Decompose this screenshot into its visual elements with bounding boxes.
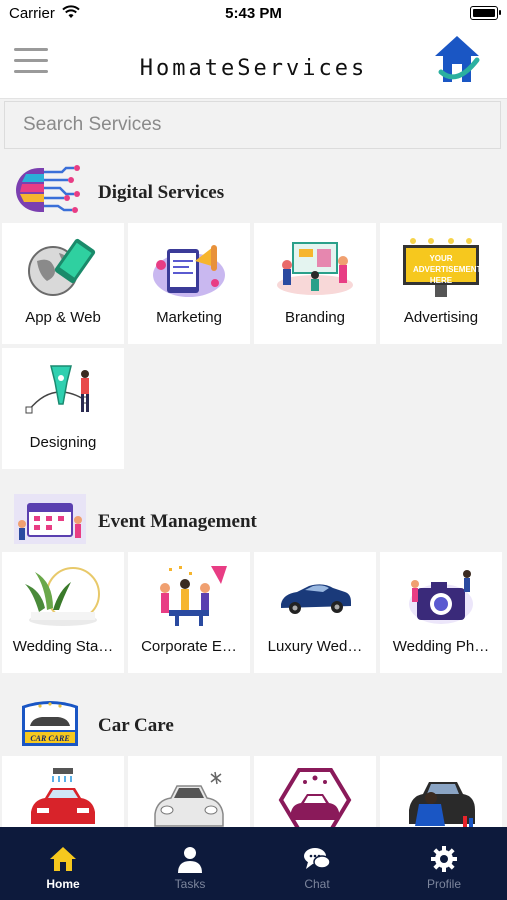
service-label: Luxury Wed… [267,638,363,655]
service-tile-car-polish[interactable] [128,756,250,827]
tab-label: Home [46,877,80,891]
bottom-tab-bar: Home Tasks Chat Profile [0,827,507,900]
service-label: Advertising [403,309,479,326]
event-management-icon [14,494,86,544]
app-header: HomateServices [0,26,507,99]
digital-services-icon [14,164,86,216]
branding-icon [275,235,355,299]
service-tile-corporate-event[interactable]: Corporate E… [128,552,250,673]
luxury-car-icon [275,564,355,628]
gear-icon [429,845,459,873]
service-tile-app-web[interactable]: App & Web [2,223,124,344]
service-label: Wedding Ph… [392,638,490,655]
tab-home[interactable]: Home [0,827,126,900]
service-tile-luxury-wedding-car[interactable]: Luxury Wed… [254,552,376,673]
service-label: App & Web [25,309,101,326]
car-wash-icon [23,768,103,832]
car-polish-icon [149,768,229,832]
service-tile-marketing[interactable]: Marketing [128,223,250,344]
search-box[interactable] [4,101,501,149]
app-web-icon [23,235,103,299]
service-tile-branding[interactable]: Branding [254,223,376,344]
search-input[interactable] [5,102,500,148]
chat-icon [302,845,332,873]
car-care-icon: CAR CARE [18,698,82,750]
service-label: Designing [29,434,97,451]
advertising-billboard-icon: YOUR ADVERTISEMENT HERE [401,235,481,299]
service-tile-car-wash[interactable] [2,756,124,827]
tab-label: Chat [304,877,330,891]
service-tile-advertising[interactable]: YOUR ADVERTISEMENT HERE Advertising [380,223,502,344]
service-tile-wedding-photography[interactable]: Wedding Ph… [380,552,502,673]
home-logo-icon[interactable] [431,34,483,88]
section-title-event-management: Event Management [98,511,257,532]
wedding-photography-icon [401,564,481,628]
service-tile-wedding-stage[interactable]: Wedding Sta… [2,552,124,673]
service-label: Corporate E… [141,638,237,655]
section-title-digital-services: Digital Services [98,182,225,203]
service-tile-car-detailing[interactable] [254,756,376,832]
service-tile-car-repair[interactable] [380,756,502,828]
designing-pen-icon [23,360,103,424]
person-icon [175,845,205,873]
tab-profile[interactable]: Profile [381,827,507,900]
car-care-logo-text: CAR CARE [30,734,70,743]
service-label: Branding [284,309,346,326]
wedding-stage-icon [23,564,103,628]
tab-chat[interactable]: Chat [254,827,380,900]
home-icon [48,845,78,873]
service-tile-designing[interactable]: Designing [2,348,124,469]
status-bar: Carrier 5:43 PM [0,0,507,26]
tab-label: Tasks [174,877,206,891]
tab-tasks[interactable]: Tasks [127,827,253,900]
clock: 5:43 PM [225,5,282,22]
car-repair-icon [401,768,481,832]
battery-icon [470,6,501,20]
corporate-event-icon [149,564,229,628]
car-detailing-icon [275,768,355,832]
tab-label: Profile [426,877,461,891]
service-label: Wedding Sta… [12,638,114,655]
marketing-icon [149,235,229,299]
section-title-car-care: Car Care [98,715,174,736]
service-label: Marketing [156,309,222,326]
billboard-text: YOUR ADVERTISEMENT HERE [413,254,482,285]
